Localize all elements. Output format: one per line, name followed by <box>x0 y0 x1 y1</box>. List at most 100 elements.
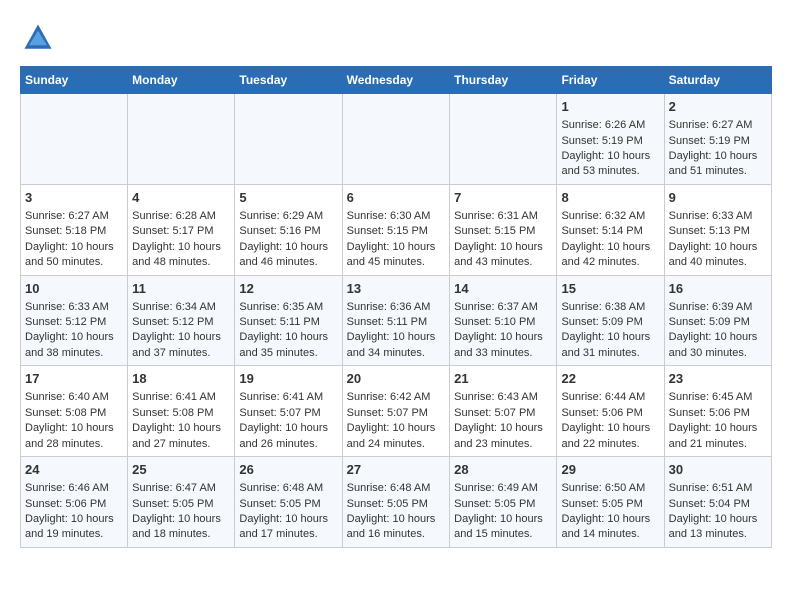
day-info: Sunrise: 6:41 AM <box>132 390 230 405</box>
calendar-cell: 22Sunrise: 6:44 AMSunset: 5:06 PMDayligh… <box>557 366 664 457</box>
day-info: Sunset: 5:13 PM <box>669 224 767 239</box>
day-number: 3 <box>25 189 123 207</box>
day-number: 20 <box>347 370 446 388</box>
day-info: Daylight: 10 hours and 14 minutes. <box>561 512 659 543</box>
day-number: 25 <box>132 461 230 479</box>
calendar-cell: 7 Sunrise: 6:31 AMSunset: 5:15 PMDaylight… <box>450 184 557 275</box>
calendar-cell: 21Sunrise: 6:43 AMSunset: 5:07 PMDayligh… <box>450 366 557 457</box>
day-info: Sunset: 5:12 PM <box>25 315 123 330</box>
day-info: Sunrise: 6:42 AM <box>347 390 446 405</box>
calendar-cell: 19Sunrise: 6:41 AMSunset: 5:07 PMDayligh… <box>235 366 342 457</box>
day-info: Sunset: 5:12 PM <box>132 315 230 330</box>
day-info: Daylight: 10 hours and 16 minutes. <box>347 512 446 543</box>
day-number: 2 <box>669 98 767 116</box>
calendar-cell: 26Sunrise: 6:48 AMSunset: 5:05 PMDayligh… <box>235 457 342 548</box>
day-info: Sunrise: 6:47 AM <box>132 481 230 496</box>
day-number: 28 <box>454 461 552 479</box>
day-info: Sunrise: 6:32 AM <box>561 209 659 224</box>
calendar-cell: 30Sunrise: 6:51 AMSunset: 5:04 PMDayligh… <box>664 457 771 548</box>
day-info: Daylight: 10 hours and 46 minutes. <box>239 240 337 271</box>
calendar-cell: 28Sunrise: 6:49 AMSunset: 5:05 PMDayligh… <box>450 457 557 548</box>
week-row-0: 1Sunrise: 6:26 AMSunset: 5:19 PMDaylight… <box>21 94 772 185</box>
day-info: Daylight: 10 hours and 50 minutes. <box>25 240 123 271</box>
header-wednesday: Wednesday <box>342 67 450 94</box>
day-info: Sunrise: 6:33 AM <box>669 209 767 224</box>
week-row-3: 17Sunrise: 6:40 AMSunset: 5:08 PMDayligh… <box>21 366 772 457</box>
day-number: 5 <box>239 189 337 207</box>
day-number: 19 <box>239 370 337 388</box>
day-number: 22 <box>561 370 659 388</box>
day-info: Daylight: 10 hours and 38 minutes. <box>25 330 123 361</box>
day-number: 27 <box>347 461 446 479</box>
header-row: SundayMondayTuesdayWednesdayThursdayFrid… <box>21 67 772 94</box>
day-info: Sunset: 5:07 PM <box>347 406 446 421</box>
day-info: Sunset: 5:07 PM <box>454 406 552 421</box>
calendar-cell: 25Sunrise: 6:47 AMSunset: 5:05 PMDayligh… <box>128 457 235 548</box>
day-number: 6 <box>347 189 446 207</box>
day-info: Sunset: 5:09 PM <box>561 315 659 330</box>
day-info: Daylight: 10 hours and 37 minutes. <box>132 330 230 361</box>
day-info: Daylight: 10 hours and 24 minutes. <box>347 421 446 452</box>
day-number: 24 <box>25 461 123 479</box>
day-info: Daylight: 10 hours and 26 minutes. <box>239 421 337 452</box>
day-info: Sunset: 5:08 PM <box>132 406 230 421</box>
day-number: 17 <box>25 370 123 388</box>
day-info: Sunset: 5:05 PM <box>132 497 230 512</box>
calendar-cell: 14Sunrise: 6:37 AMSunset: 5:10 PMDayligh… <box>450 275 557 366</box>
day-number: 18 <box>132 370 230 388</box>
calendar-cell: 17Sunrise: 6:40 AMSunset: 5:08 PMDayligh… <box>21 366 128 457</box>
calendar-cell: 27Sunrise: 6:48 AMSunset: 5:05 PMDayligh… <box>342 457 450 548</box>
day-info: Sunset: 5:11 PM <box>347 315 446 330</box>
day-info: Daylight: 10 hours and 23 minutes. <box>454 421 552 452</box>
day-info: Sunrise: 6:46 AM <box>25 481 123 496</box>
day-info: Sunset: 5:06 PM <box>25 497 123 512</box>
day-number: 11 <box>132 280 230 298</box>
day-number: 12 <box>239 280 337 298</box>
day-info: Sunset: 5:14 PM <box>561 224 659 239</box>
day-info: Daylight: 10 hours and 42 minutes. <box>561 240 659 271</box>
day-info: Sunset: 5:06 PM <box>669 406 767 421</box>
calendar-cell: 16 Sunrise: 6:39 AMSunset: 5:09 PMDayligh… <box>664 275 771 366</box>
day-number: 7 <box>454 189 552 207</box>
day-info: Sunset: 5:06 PM <box>561 406 659 421</box>
page-header <box>20 20 772 56</box>
day-info: Sunrise: 6:37 AM <box>454 300 552 315</box>
day-info: Sunset: 5:05 PM <box>561 497 659 512</box>
day-number: 9 <box>669 189 767 207</box>
day-info: Sunrise: 6:31 AM <box>454 209 552 224</box>
calendar-cell: 10 Sunrise: 6:33 AMSunset: 5:12 PMDayligh… <box>21 275 128 366</box>
day-info: Sunset: 5:09 PM <box>669 315 767 330</box>
day-info: Sunset: 5:05 PM <box>239 497 337 512</box>
day-number: 1 <box>561 98 659 116</box>
calendar-cell: 2Sunrise: 6:27 AMSunset: 5:19 PMDaylight… <box>664 94 771 185</box>
day-info: Sunrise: 6:35 AM <box>239 300 337 315</box>
day-info: Daylight: 10 hours and 43 minutes. <box>454 240 552 271</box>
calendar-cell: 3Sunrise: 6:27 AMSunset: 5:18 PMDaylight… <box>21 184 128 275</box>
day-info: Sunset: 5:07 PM <box>239 406 337 421</box>
day-info: Daylight: 10 hours and 51 minutes. <box>669 149 767 180</box>
day-number: 14 <box>454 280 552 298</box>
day-info: Sunrise: 6:27 AM <box>25 209 123 224</box>
week-row-4: 24 Sunrise: 6:46 AMSunset: 5:06 PM Dayligh… <box>21 457 772 548</box>
day-info: Daylight: 10 hours and 22 minutes. <box>561 421 659 452</box>
day-number: 16 <box>669 280 767 298</box>
day-info: Sunrise: 6:33 AM <box>25 300 123 315</box>
day-info: Daylight: 10 hours and 45 minutes. <box>347 240 446 271</box>
day-info: Daylight: 10 hours and 21 minutes. <box>669 421 767 452</box>
calendar-cell <box>235 94 342 185</box>
calendar-cell: 8Sunrise: 6:32 AMSunset: 5:14 PMDaylight… <box>557 184 664 275</box>
day-number: 10 <box>25 280 123 298</box>
day-number: 26 <box>239 461 337 479</box>
day-info: Sunrise: 6:39 AM <box>669 300 767 315</box>
day-info: Sunset: 5:10 PM <box>454 315 552 330</box>
day-info: Sunrise: 6:36 AM <box>347 300 446 315</box>
day-info: Sunrise: 6:48 AM <box>239 481 337 496</box>
calendar-cell: 1Sunrise: 6:26 AMSunset: 5:19 PMDaylight… <box>557 94 664 185</box>
day-info: Daylight: 10 hours and 30 minutes. <box>669 330 767 361</box>
day-info: Sunrise: 6:49 AM <box>454 481 552 496</box>
calendar-cell <box>128 94 235 185</box>
calendar-cell: 18Sunrise: 6:41 AMSunset: 5:08 PMDayligh… <box>128 366 235 457</box>
week-row-2: 10Sunrise: 6:33 AMSunset: 5:12 PMDayligh… <box>21 275 772 366</box>
day-info: Daylight: 10 hours and 28 minutes. <box>25 421 123 452</box>
day-info: Sunset: 5:15 PM <box>454 224 552 239</box>
